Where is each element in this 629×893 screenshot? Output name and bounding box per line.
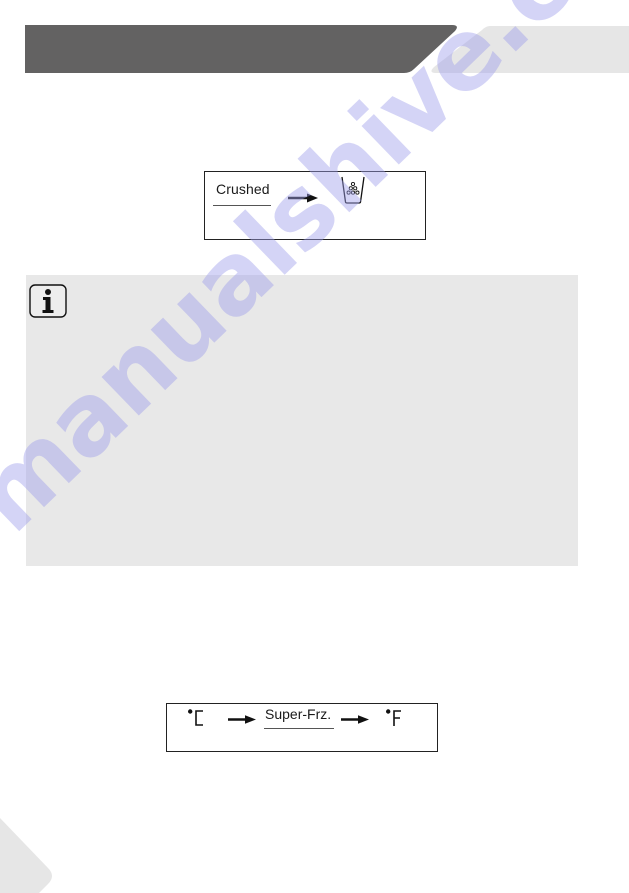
info-note-box — [26, 275, 578, 566]
crushed-display-panel: Crushed — [204, 171, 426, 240]
header-primary-bar — [25, 25, 457, 73]
crushed-ice-cup-icon — [341, 176, 365, 204]
superfrz-display-panel: Super-Frz. — [166, 703, 438, 752]
right-arrow-icon — [228, 715, 256, 724]
superfrz-label: Super-Frz. — [265, 706, 332, 722]
info-icon — [29, 284, 67, 318]
right-arrow-icon — [341, 715, 369, 724]
crushed-label-underline — [213, 205, 271, 206]
degree-celsius-icon — [188, 709, 203, 726]
right-arrow-icon — [288, 193, 318, 203]
page-corner-tab — [0, 818, 52, 893]
header-secondary-bar — [431, 26, 629, 73]
page-header-banner — [25, 25, 629, 73]
superfrz-label-underline — [264, 728, 334, 729]
degree-fahrenheit-icon — [386, 709, 401, 726]
crushed-label: Crushed — [216, 181, 270, 197]
